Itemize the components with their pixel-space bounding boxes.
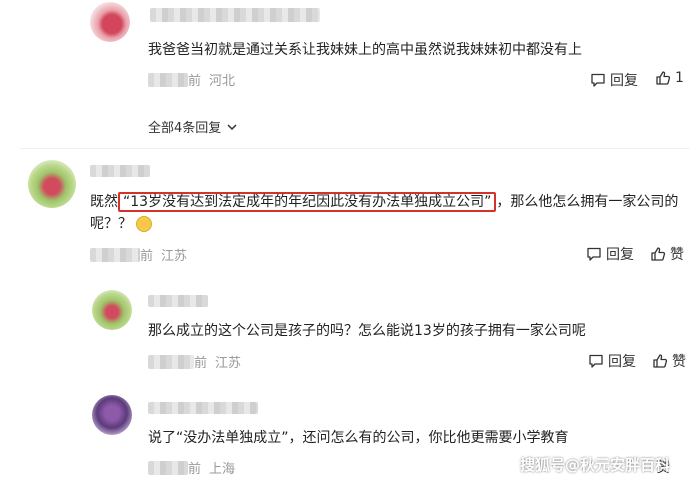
avatar[interactable] [90,2,130,42]
reply-label: 回复 [610,73,638,89]
avatar[interactable] [92,290,132,330]
reply-label: 回复 [606,247,634,263]
highlighted-quote: “13岁没有达到法定成年的年纪因此没有办法单独成立公司” [118,192,497,212]
expand-label: 全部4条回复 [148,121,222,136]
username[interactable] [90,165,150,177]
time-suffix: 前 [188,462,202,477]
time-suffix: 前 [194,356,208,371]
time-suffix: 前 [140,249,154,264]
like-label: 赞 [670,247,684,263]
timestamp-blur [148,460,188,475]
like-count: 1 [675,70,684,86]
username[interactable] [148,402,258,414]
comment-icon [589,354,603,368]
time-suffix: 前 [188,74,202,89]
reply-label: 回复 [608,354,636,370]
comment-text-start: 既然 [90,194,118,210]
chevron-down-icon [227,123,237,130]
emoji-icon [136,216,152,232]
comment-icon [587,247,601,261]
comment-text-end: ，那么他怎么拥有一家公司的 [496,194,679,210]
comment-meta: 前 上海 [148,458,235,477]
like-button[interactable]: 1 [655,70,684,86]
timestamp-blur [148,72,188,87]
username[interactable] [150,8,320,22]
comment-meta: 前 江苏 [90,245,187,264]
timestamp-blur [90,247,140,262]
thumbs-up-icon [656,71,671,85]
comment-meta: 前 江苏 [148,352,241,371]
comment-text-continued: 呢？？ [90,216,132,232]
comment-meta: 前 河北 [148,70,235,89]
reply-button[interactable]: 回复 [590,70,638,90]
thumbs-up-icon [653,354,668,368]
like-button[interactable]: 赞 [652,351,686,371]
reply-button[interactable]: 回复 [588,351,636,371]
comment-text: 我爸爸当初就是通过关系让我妹妹上的高中虽然说我妹妹初中都没有上 [148,42,582,58]
location: 江苏 [161,249,188,264]
comment-text-line-2: 呢？？ [90,214,152,234]
comment-text-line-1: 既然 “13岁没有达到法定成年的年纪因此没有办法单独成立公司” ，那么他怎么拥有一家… [90,192,678,212]
watermark: 搜狐号@秋元安胖百科 [520,456,671,474]
like-button[interactable]: 赞 [650,244,684,264]
location: 河北 [209,74,236,89]
comment-text: 那么成立的这个公司是孩子的吗？怎么能说13岁的孩子拥有一家公司呢 [148,323,586,339]
reply-button[interactable]: 回复 [586,244,634,264]
location: 江苏 [215,356,242,371]
comment-text: 说了“没办法单独成立”，还问怎么有的公司，你比他更需要小学教育 [148,430,569,446]
thumbs-up-icon [651,247,666,261]
avatar[interactable] [92,395,132,435]
timestamp-blur [148,354,194,369]
username[interactable] [148,295,208,307]
expand-replies-button[interactable]: 全部4条回复 [148,117,239,136]
avatar[interactable] [28,160,76,208]
like-label: 赞 [672,354,686,370]
divider [20,148,690,149]
location: 上海 [209,462,236,477]
comment-icon [591,73,605,87]
